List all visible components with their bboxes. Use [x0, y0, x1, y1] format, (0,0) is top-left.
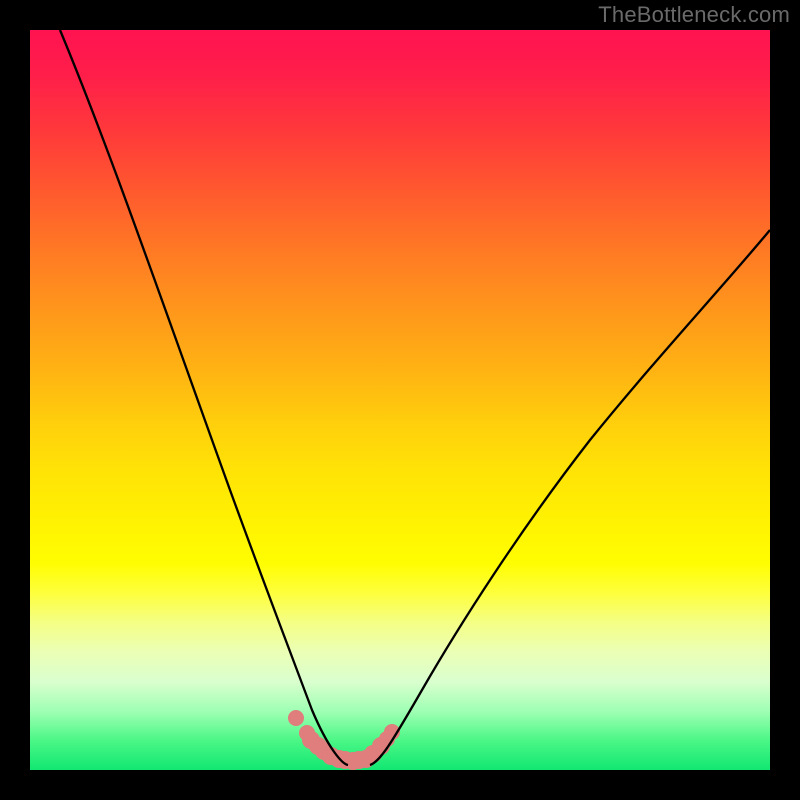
right-branch-curve — [370, 230, 770, 765]
chart-frame: TheBottleneck.com — [0, 0, 800, 800]
bottom-marker-band — [288, 710, 400, 770]
watermark-text: TheBottleneck.com — [598, 2, 790, 28]
left-branch-curve — [60, 30, 348, 765]
curve-layer — [30, 30, 770, 770]
plot-area — [30, 30, 770, 770]
